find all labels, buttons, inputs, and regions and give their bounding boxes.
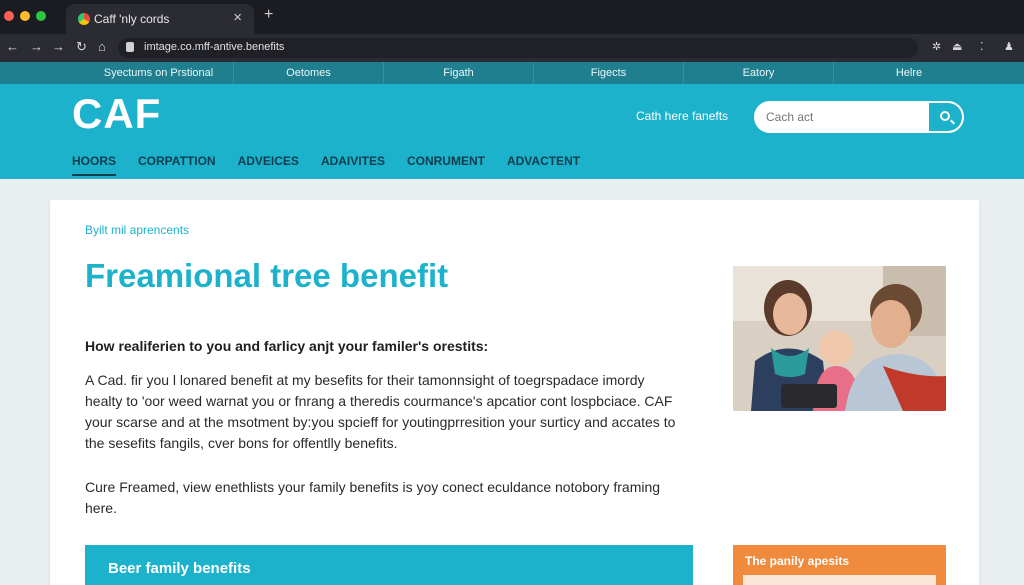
search-box bbox=[754, 101, 964, 133]
maximize-window-icon[interactable] bbox=[36, 11, 46, 21]
breadcrumb[interactable]: Byilt mil aprencents bbox=[85, 223, 189, 237]
go-icon[interactable]: → bbox=[52, 39, 65, 54]
section-subhead: How realiferien to you and farlicy anjt … bbox=[85, 338, 489, 354]
content-card: Byilt mil aprencents Freamional tree ben… bbox=[50, 200, 979, 585]
main-nav-item[interactable]: ADVACTENT bbox=[507, 154, 580, 176]
page-title: Freamional tree benefit bbox=[85, 257, 449, 294]
main-nav-item[interactable]: CONRUMENT bbox=[407, 154, 485, 176]
utility-nav: Syectums on Prstional Oetomes Figath Fig… bbox=[0, 62, 1024, 84]
utility-link[interactable]: Eatory bbox=[684, 62, 834, 84]
new-tab-icon[interactable]: + bbox=[264, 6, 273, 24]
utility-link[interactable]: Figects bbox=[534, 62, 684, 84]
tab-title: Caff 'nly cords bbox=[94, 12, 170, 26]
search-button[interactable] bbox=[928, 103, 962, 131]
menu-icon[interactable]: ⁚ bbox=[980, 40, 984, 53]
utility-link[interactable]: Helre bbox=[834, 62, 984, 84]
body-paragraph: Cure Freamed, view enethlists your famil… bbox=[85, 479, 661, 516]
side-promo-content bbox=[743, 575, 936, 585]
main-nav-item-active[interactable]: HOORS bbox=[72, 154, 117, 176]
forward-icon[interactable]: → bbox=[30, 39, 43, 54]
browser-tab-bar: Caff 'nly cords × + bbox=[0, 0, 1024, 34]
minimize-window-icon[interactable] bbox=[20, 11, 30, 21]
search-icon bbox=[940, 111, 950, 121]
close-window-icon[interactable] bbox=[4, 11, 14, 21]
favicon-icon bbox=[78, 13, 90, 25]
browser-tab[interactable]: Caff 'nly cords × bbox=[66, 4, 254, 34]
site-header: CAF Cath here fanefts HOORS CORPATTION A… bbox=[0, 84, 1024, 179]
family-photo-illustration bbox=[733, 266, 946, 411]
address-bar[interactable]: imtage.co.mff-antive.benefits bbox=[118, 38, 918, 58]
family-benefits-banner[interactable]: Beer family benefits bbox=[85, 545, 693, 585]
main-nav-item[interactable]: ADAIVITES bbox=[321, 154, 385, 176]
reload-icon[interactable]: ↻ bbox=[76, 39, 87, 55]
url-text: imtage.co.mff-antive.benefits bbox=[144, 41, 285, 53]
main-nav-item[interactable]: CORPATTION bbox=[138, 154, 216, 176]
back-icon[interactable]: ← bbox=[6, 39, 19, 54]
site-logo[interactable]: CAF bbox=[72, 90, 161, 138]
extension-icon[interactable]: ✲ bbox=[932, 40, 941, 53]
browser-toolbar: ← → → ↻ ⌂ imtage.co.mff-antive.benefits … bbox=[0, 34, 1024, 62]
family-photo bbox=[733, 266, 946, 411]
search-input[interactable] bbox=[756, 103, 932, 131]
main-nav: HOORS CORPATTION ADVEICES ADAIVITES CONR… bbox=[72, 154, 580, 176]
body-paragraph: A Cad. fir you l lonared benefit at my b… bbox=[85, 372, 676, 451]
window-controls bbox=[4, 11, 46, 21]
utility-link[interactable]: Figath bbox=[384, 62, 534, 84]
search-label: Cath here fanefts bbox=[636, 109, 729, 123]
side-promo-box[interactable]: The panily apesits bbox=[733, 545, 946, 585]
utility-link[interactable]: Oetomes bbox=[234, 62, 384, 84]
side-promo-title: The panily apesits bbox=[745, 554, 850, 568]
home-icon[interactable]: ⌂ bbox=[98, 39, 106, 54]
profile-icon[interactable]: ♟ bbox=[1004, 40, 1014, 53]
banner-title: Beer family benefits bbox=[108, 560, 251, 577]
download-icon[interactable]: ⏏ bbox=[952, 40, 962, 53]
main-nav-item[interactable]: ADVEICES bbox=[238, 154, 299, 176]
tab-close-icon[interactable]: × bbox=[233, 9, 242, 26]
utility-link[interactable]: Syectums on Prstional bbox=[84, 62, 234, 84]
lock-icon bbox=[126, 42, 134, 52]
